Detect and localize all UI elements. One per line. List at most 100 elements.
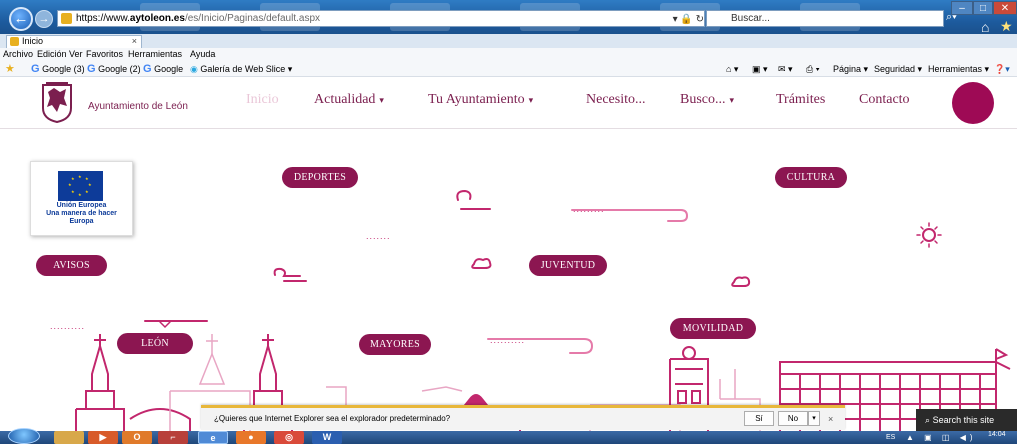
search-site-button[interactable]: ⌕ Search this site (916, 409, 1017, 431)
menu-edicion[interactable]: Edición (37, 48, 67, 61)
site-favicon-icon (61, 13, 72, 24)
chevron-down-icon: ▾ (729, 95, 735, 105)
chrome-icon[interactable]: ◎ (274, 431, 304, 444)
nav-actualidad[interactable]: Actualidad ▾ (314, 92, 384, 108)
url-host: aytoleon.es (129, 13, 185, 24)
nav-contacto[interactable]: Contacto (859, 92, 910, 108)
print-icon[interactable]: ⎙ ▾ (806, 61, 819, 77)
category-juventud[interactable]: JUVENTUD (529, 255, 607, 276)
svg-text:..........: .......... (50, 321, 85, 331)
nav-busco[interactable]: Busco... ▾ (680, 92, 734, 108)
tab-inicio[interactable]: Inicio × (6, 35, 142, 48)
category-cultura[interactable]: CULTURA (775, 167, 847, 188)
favorites-bar-star-icon[interactable]: ★ (5, 61, 15, 77)
home-command-icon[interactable]: ⌂ ▾ (726, 61, 738, 77)
nav-label: Trámites (776, 92, 826, 107)
eu-line-1: Unión Europea (56, 202, 107, 209)
favorites-bar: ★ G Google (3) G Google (2) G Google ◉ G… (0, 61, 1017, 77)
tools-menu[interactable]: Herramientas ▾ (928, 61, 989, 77)
google-icon: G (31, 63, 40, 75)
tray-language[interactable]: ES (886, 431, 895, 444)
menu-herramientas[interactable]: Herramientas (128, 48, 182, 61)
nav-label: Necesito... (586, 92, 646, 107)
firefox-icon[interactable]: ● (236, 431, 266, 444)
site-header: Ayuntamiento de León Inicio Actualidad ▾ … (0, 77, 1017, 129)
leon-crest-icon[interactable] (40, 82, 74, 123)
favorite-label: Google (154, 64, 184, 74)
search-site-label: Search this site (932, 415, 995, 425)
notification-yes-button[interactable]: Sí (744, 411, 774, 426)
address-bar[interactable]: https://www.aytoleon.es/es/Inicio/Pagina… (57, 10, 705, 27)
chevron-down-icon: ▾ (379, 95, 384, 105)
nav-label: Actualidad (314, 92, 376, 107)
svg-text:..........: .......... (490, 335, 525, 345)
back-button[interactable]: ← (9, 7, 33, 31)
favorite-label: Google (2) (98, 64, 141, 74)
tab-favicon-icon (10, 37, 19, 46)
google-icon: G (87, 63, 96, 75)
eu-funding-text: Unión Europea Una manera de hacer Europa (31, 202, 132, 226)
nav-inicio[interactable]: Inicio (246, 92, 279, 108)
pdf-reader-icon[interactable]: ⌐ (158, 431, 188, 444)
help-icon[interactable]: ❓▾ (994, 61, 1010, 77)
nav-label: Busco... (680, 92, 726, 107)
category-mayores[interactable]: MAYORES (359, 334, 431, 355)
category-deportes[interactable]: DEPORTES (282, 167, 358, 188)
tab-bar: Inicio × (0, 34, 1017, 48)
svg-text:.......: ....... (366, 231, 391, 241)
favorite-google[interactable]: G Google (143, 61, 183, 77)
category-movilidad[interactable]: MOVILIDAD (670, 318, 756, 339)
browser-title-bar: ← → https://www.aytoleon.es/es/Inicio/Pa… (0, 0, 1017, 36)
nav-label: Inicio (246, 92, 279, 107)
eu-line-3: Europa (69, 218, 94, 225)
explorer-folder-icon[interactable] (54, 431, 84, 444)
menu-ver[interactable]: Ver (69, 48, 83, 61)
start-button[interactable] (8, 428, 40, 444)
internet-explorer-icon[interactable]: e (198, 431, 228, 444)
web-slice-icon: ◉ (190, 64, 198, 74)
favorite-google-3[interactable]: G Google (3) (31, 61, 85, 77)
tab-title: Inicio (22, 36, 44, 46)
notification-options-dropdown[interactable]: ▾ (808, 411, 820, 426)
tray-clock[interactable]: 14:04 (988, 431, 1006, 438)
mail-icon[interactable]: ✉ ▾ (778, 61, 793, 77)
tray-icons[interactable]: ▲ ▣ ◫ ◀) (906, 431, 977, 444)
nav-tu-ayuntamiento[interactable]: Tu Ayuntamiento ▾ (428, 92, 533, 108)
maximize-button[interactable]: □ (973, 1, 993, 15)
feeds-icon[interactable]: ▣ ▾ (752, 61, 768, 77)
menu-favoritos[interactable]: Favoritos (86, 48, 123, 61)
favorite-google-2[interactable]: G Google (2) (87, 61, 141, 77)
url-scheme: https://www. (76, 13, 130, 24)
menu-ayuda[interactable]: Ayuda (190, 48, 215, 61)
city-illustration: ......... ....... .......... .......... (50, 189, 1011, 434)
nav-necesito[interactable]: Necesito... (586, 92, 645, 108)
site-name[interactable]: Ayuntamiento de León (88, 101, 188, 112)
media-player-icon[interactable]: ▶ (88, 431, 118, 444)
page-menu[interactable]: Página ▾ (833, 61, 868, 77)
word-icon[interactable]: W (312, 431, 342, 444)
favorites-star-icon[interactable]: ★ (1000, 18, 1013, 35)
office-app-icon[interactable]: O (122, 431, 152, 444)
favorite-label: Galería de Web Slice ▾ (200, 64, 293, 74)
forward-button[interactable]: → (35, 10, 53, 28)
nav-label: Contacto (859, 92, 910, 107)
header-menu-button[interactable] (952, 82, 994, 124)
search-input[interactable]: Buscar... (706, 10, 944, 27)
url-path: /es/Inicio/Paginas/default.aspx (184, 13, 321, 24)
notification-no-button[interactable]: No (778, 411, 808, 426)
security-menu[interactable]: Seguridad ▾ (874, 61, 922, 77)
close-window-button[interactable]: ✕ (993, 1, 1017, 15)
favorite-web-slice[interactable]: ◉ Galería de Web Slice ▾ (190, 61, 292, 77)
category-leon[interactable]: LEÓN (117, 333, 193, 354)
minimize-button[interactable]: – (951, 1, 973, 15)
search-icon: ⌕ (925, 415, 931, 425)
nav-tramites[interactable]: Trámites (776, 92, 825, 108)
address-tools-icons[interactable]: ▾ 🔒 ↻ (673, 12, 704, 27)
menu-archivo[interactable]: Archivo (3, 48, 33, 61)
home-icon[interactable]: ⌂ (981, 19, 989, 35)
tab-close-icon[interactable]: × (132, 36, 137, 47)
category-avisos[interactable]: AVISOS (36, 255, 107, 276)
notification-close-icon[interactable]: × (828, 408, 833, 430)
eu-funding-badge[interactable]: ★ ★ ★ ★ ★ ★ ★ ★ Unión Europea Una manera de h… (30, 161, 133, 236)
eu-line-2: Una manera de hacer (46, 210, 117, 217)
